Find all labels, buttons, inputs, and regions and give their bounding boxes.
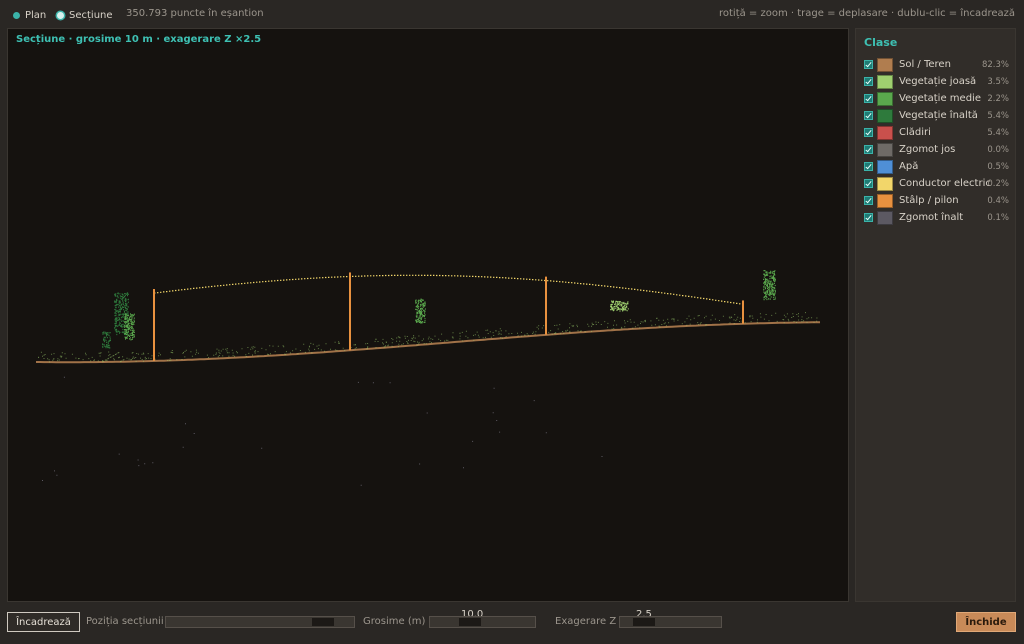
color-swatch <box>877 142 893 157</box>
medium-vegetation-cluster <box>763 270 776 301</box>
medium-vegetation-cluster <box>415 298 426 324</box>
checkbox-icon[interactable] <box>864 213 873 222</box>
class-name: Vegetație înaltă <box>899 110 978 121</box>
section-position-slider[interactable] <box>165 616 355 628</box>
mode-section-radio[interactable]: Secțiune <box>57 8 113 22</box>
class-percent: 0.2% <box>987 178 1009 189</box>
class-name: Zgomot jos <box>899 144 956 155</box>
color-swatch <box>877 210 893 225</box>
class-row[interactable]: Stâlp / pilon 0.4% <box>864 192 1012 209</box>
class-percent: 2.2% <box>987 93 1009 104</box>
class-name: Apă <box>899 161 919 172</box>
mode-plan-label: Plan <box>25 9 47 21</box>
power-line-points <box>154 274 744 305</box>
point-count: 350.793 puncte în eșantion <box>126 8 264 19</box>
exaggeration-slider[interactable] <box>619 616 722 628</box>
thickness-label: Grosime (m) <box>363 616 426 627</box>
medium-vegetation-cluster <box>124 313 135 341</box>
class-percent: 0.1% <box>987 212 1009 223</box>
class-row[interactable]: Conductor electric 0.2% <box>864 175 1012 192</box>
checkbox-icon[interactable] <box>864 196 873 205</box>
class-name: Conductor electric <box>899 178 991 189</box>
class-percent: 3.5% <box>987 76 1009 87</box>
color-swatch <box>877 125 893 140</box>
color-swatch <box>877 193 893 208</box>
class-name: Stâlp / pilon <box>899 195 959 206</box>
checkbox-icon[interactable] <box>864 77 873 86</box>
checkbox-icon[interactable] <box>864 162 873 171</box>
class-name: Vegetație joasă <box>899 76 977 87</box>
section-viewport[interactable]: Secțiune · grosime 10 m · exagerare Z ×2… <box>7 28 849 602</box>
mode-section-label: Secțiune <box>69 9 113 21</box>
mode-plan-radio[interactable]: Plan <box>13 8 46 22</box>
thickness-slider[interactable] <box>429 616 536 628</box>
checkbox-icon[interactable] <box>864 145 873 154</box>
low-vegetation-cluster <box>610 300 629 312</box>
class-percent: 82.3% <box>981 59 1009 70</box>
class-name: Clădiri <box>899 127 931 138</box>
controls-hint: rotiță = zoom · trage = deplasare · dubl… <box>718 8 1015 19</box>
checkbox-icon[interactable] <box>864 94 873 103</box>
viewport-title: Secțiune · grosime 10 m · exagerare Z ×2… <box>16 34 262 45</box>
slider-thumb[interactable] <box>633 618 655 626</box>
class-row[interactable]: Apă 0.5% <box>864 158 1012 175</box>
class-row[interactable]: Vegetație medie 2.2% <box>864 90 1012 107</box>
class-row[interactable]: Vegetație joasă 3.5% <box>864 73 1012 90</box>
radio-dot-icon <box>13 11 20 19</box>
class-row[interactable]: Vegetație înaltă 5.4% <box>864 107 1012 124</box>
class-name: Sol / Teren <box>899 59 951 70</box>
class-percent: 5.4% <box>987 110 1009 121</box>
noise-points <box>42 376 603 486</box>
class-legend: Sol / Teren 82.3% Vegetație joasă 3.5% Veget… <box>864 56 1012 226</box>
point-cloud-section <box>36 270 820 486</box>
color-swatch <box>877 91 893 106</box>
tall-vegetation-cluster <box>114 292 129 336</box>
classes-panel: Clase Sol / Teren 82.3% Vegetație joasă 3.5… <box>855 28 1016 602</box>
checkbox-icon[interactable] <box>864 179 873 188</box>
color-swatch <box>877 108 893 123</box>
panel-title: Clase <box>864 36 898 49</box>
class-row[interactable]: Clădiri 5.4% <box>864 124 1012 141</box>
color-swatch <box>877 57 893 72</box>
class-name: Vegetație medie <box>899 93 981 104</box>
radio-selected-icon <box>57 11 64 19</box>
class-percent: 0.0% <box>987 144 1009 155</box>
class-row[interactable]: Zgomot înalt 0.1% <box>864 209 1012 226</box>
top-bar: Plan Secțiune 350.793 puncte în eșantion… <box>0 0 1024 28</box>
slider-thumb[interactable] <box>459 618 481 626</box>
class-name: Zgomot înalt <box>899 212 964 223</box>
class-row[interactable]: Sol / Teren 82.3% <box>864 56 1012 73</box>
section-position-label: Poziția secțiunii <box>86 616 164 627</box>
class-percent: 5.4% <box>987 127 1009 138</box>
exaggeration-label: Exagerare Z <box>555 616 617 627</box>
checkbox-icon[interactable] <box>864 111 873 120</box>
class-percent: 0.4% <box>987 195 1009 206</box>
color-swatch <box>877 74 893 89</box>
color-swatch <box>877 159 893 174</box>
checkbox-icon[interactable] <box>864 60 873 69</box>
class-row[interactable]: Zgomot jos 0.0% <box>864 141 1012 158</box>
fit-button[interactable]: Încadrează <box>7 612 80 632</box>
checkbox-icon[interactable] <box>864 128 873 137</box>
tall-vegetation-cluster <box>102 331 111 349</box>
slider-thumb[interactable] <box>312 618 335 626</box>
close-button[interactable]: Închide <box>956 612 1016 632</box>
color-swatch <box>877 176 893 191</box>
class-percent: 0.5% <box>987 161 1009 172</box>
